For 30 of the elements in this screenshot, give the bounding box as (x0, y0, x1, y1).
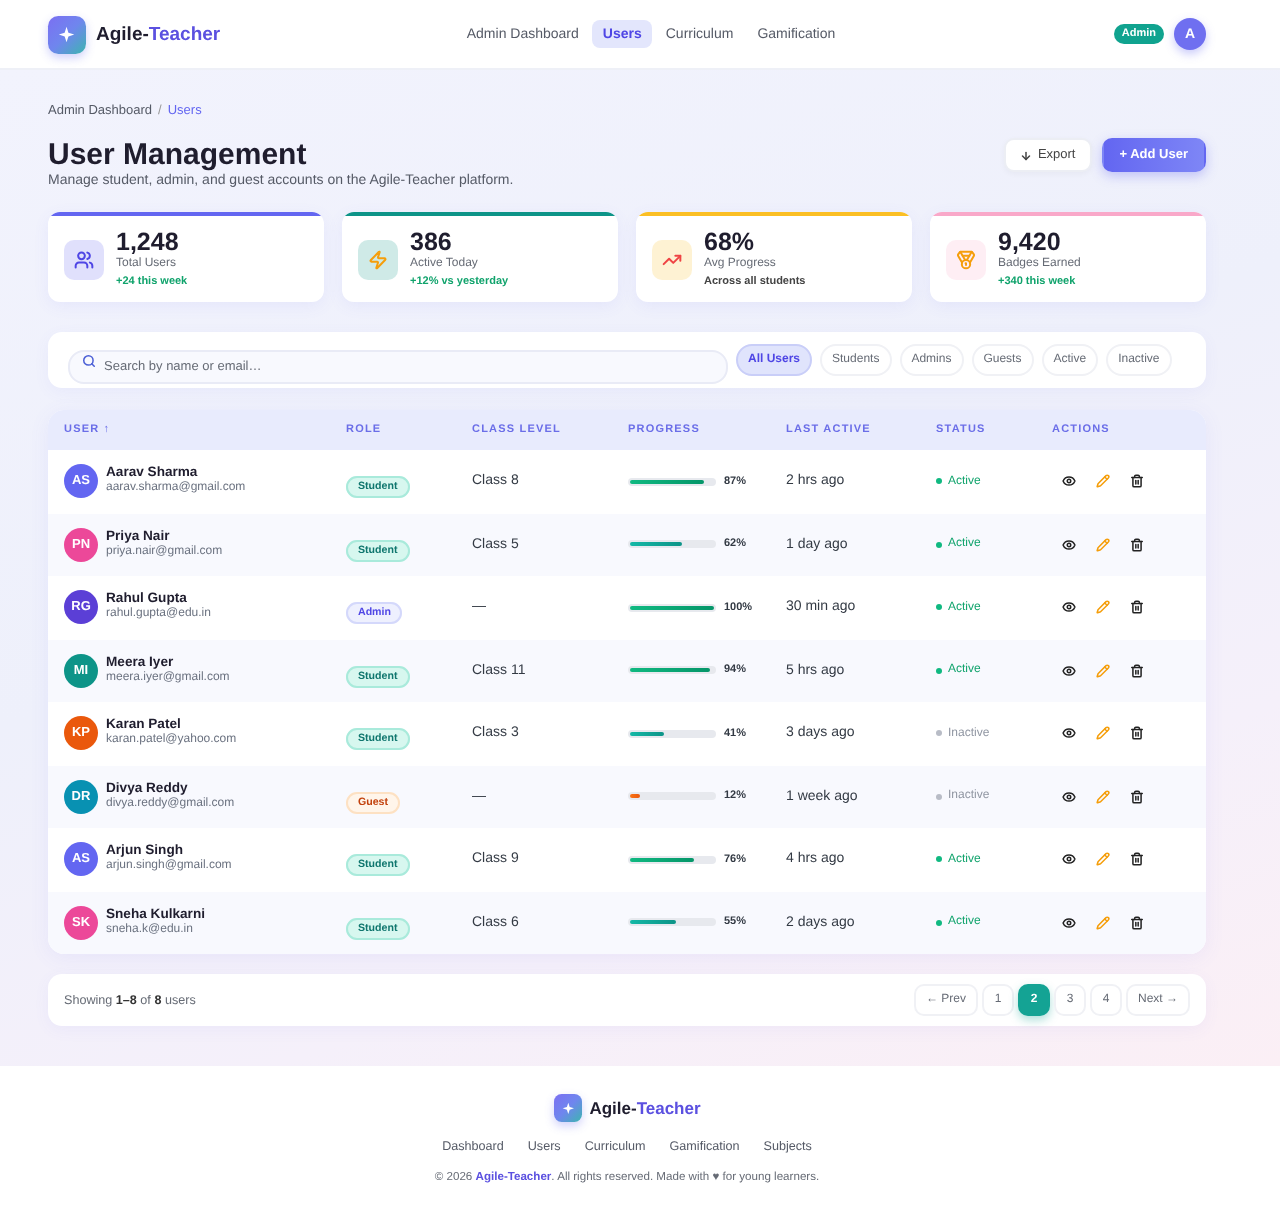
eye-icon[interactable] (1062, 600, 1076, 615)
eye-icon[interactable] (1062, 789, 1076, 804)
trash-icon[interactable] (1130, 600, 1144, 615)
brand-name[interactable]: Agile-Teacher (96, 23, 221, 45)
sparkle-logo-icon[interactable] (553, 1094, 582, 1122)
brand-name[interactable]: Agile-Teacher (589, 1098, 701, 1118)
eye-icon[interactable] (1062, 852, 1076, 867)
medal-icon (946, 239, 986, 279)
sparkle-logo-icon[interactable] (48, 15, 86, 53)
trash-icon[interactable] (1130, 789, 1144, 804)
lightning-icon (358, 239, 398, 279)
trash-icon[interactable] (1130, 663, 1144, 678)
eye-icon[interactable] (1062, 663, 1076, 678)
eye-icon[interactable] (1062, 915, 1076, 930)
trash-icon[interactable] (1130, 915, 1144, 930)
stat-value: 1,248 (116, 229, 181, 255)
stat-value: 386 (410, 229, 454, 255)
eye-icon[interactable] (1062, 726, 1076, 741)
eye-icon[interactable] (1062, 537, 1076, 552)
trash-icon[interactable] (1130, 474, 1144, 489)
search-icon (82, 353, 96, 367)
stat-value: 68% (704, 229, 757, 255)
page-title: User Management (48, 138, 309, 172)
stat-value: 9,420 (998, 229, 1063, 255)
eye-icon[interactable] (1062, 474, 1076, 489)
trash-icon[interactable] (1130, 726, 1144, 741)
down-arrow-icon (1019, 149, 1032, 161)
trash-icon[interactable] (1130, 852, 1144, 867)
trash-icon[interactable] (1130, 537, 1144, 552)
users-icon (64, 239, 104, 279)
